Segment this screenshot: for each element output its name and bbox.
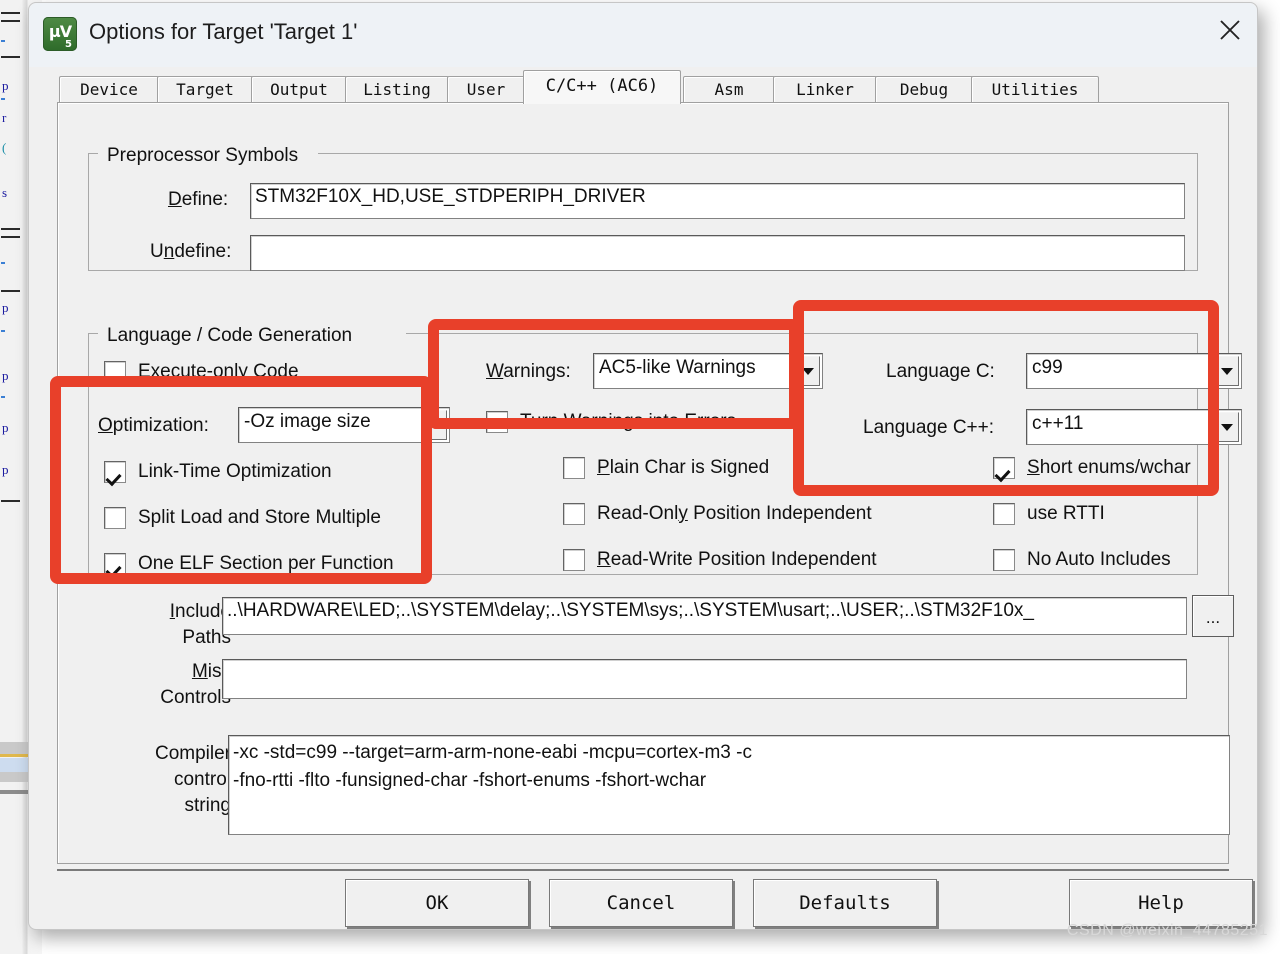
warnings-select[interactable]: AC5-like Warnings (593, 353, 823, 389)
misc-controls-label-line1: Misc (191, 661, 231, 682)
one-elf-section-checkbox[interactable] (104, 553, 126, 575)
language-cpp-label: Language C++: (863, 417, 995, 438)
defaults-button[interactable]: Defaults (753, 879, 937, 927)
tab-strip: Device Target Output Listing User C/C++ … (29, 67, 1257, 104)
cancel-button[interactable]: Cancel (549, 879, 733, 927)
language-c-label: Language C: (886, 361, 995, 382)
undefine-label: Undefine: (150, 241, 232, 262)
ok-button[interactable]: OK (345, 879, 529, 927)
compiler-control-label-line2: control (173, 769, 231, 790)
link-time-optimization-checkbox[interactable] (104, 461, 126, 483)
read-only-position-independent-checkbox[interactable] (563, 503, 585, 525)
tab-debug[interactable]: Debug (875, 76, 973, 103)
turn-warnings-into-errors-label: Turn Warnings into Errors (520, 411, 737, 432)
language-group-title: Language / Code Generation (102, 325, 358, 347)
split-load-store-checkbox[interactable] (104, 507, 126, 529)
define-label: Define: (168, 189, 229, 210)
include-paths-input[interactable]: ..\HARDWARE\LED;..\SYSTEM\delay;..\SYSTE… (222, 597, 1187, 635)
tab-utilities[interactable]: Utilities (971, 76, 1099, 103)
plain-char-signed-label: Plain Char is Signed (597, 457, 770, 478)
tab-asm[interactable]: Asm (683, 76, 775, 103)
read-only-position-independent-label: Read-Only Position Independent (597, 503, 872, 524)
tab-c-cpp-ac6[interactable]: C/C++ (AC6) (523, 70, 681, 104)
tab-device[interactable]: Device (59, 76, 159, 103)
language-c-value: c99 (1032, 357, 1063, 378)
dialog-titlebar: µV 5 Options for Target 'Target 1' (29, 3, 1257, 67)
compiler-control-string-input[interactable]: -xc -std=c99 --target=arm-arm-none-eabi … (228, 735, 1230, 835)
language-c-select[interactable]: c99 (1026, 353, 1242, 389)
chevron-down-icon[interactable] (794, 356, 820, 386)
compiler-control-label-line1: Compiler (154, 743, 231, 764)
language-cpp-value: c++11 (1032, 413, 1084, 434)
execute-only-code-label: Execute-only Code (138, 361, 299, 382)
misc-controls-input[interactable] (222, 659, 1187, 699)
preprocessor-symbols-group: Preprocessor Symbols Define: STM32F10X_H… (88, 145, 1198, 271)
read-write-position-independent-checkbox[interactable] (563, 549, 585, 571)
include-paths-browse-button[interactable]: ... (1192, 595, 1234, 637)
use-rtti-checkbox[interactable] (993, 503, 1015, 525)
chevron-down-icon[interactable] (421, 410, 447, 440)
watermark-text: CSDN @weixin_44785251 (1066, 922, 1268, 939)
misc-controls-label-line2: Controls (160, 687, 231, 708)
compiler-control-label-line3: string (184, 795, 231, 816)
turn-warnings-into-errors-checkbox[interactable] (486, 411, 508, 433)
optimization-select[interactable]: -Oz image size (238, 407, 450, 443)
language-code-generation-group: Language / Code Generation Execute-only … (88, 325, 1242, 575)
one-elf-section-label: One ELF Section per Function (138, 553, 394, 574)
include-paths-label-line1: Include (169, 601, 231, 622)
read-write-position-independent-label: Read-Write Position Independent (597, 549, 877, 570)
keil-uvision5-icon: µV 5 (43, 17, 77, 51)
preprocessor-group-title: Preprocessor Symbols (102, 145, 304, 167)
close-icon[interactable] (1201, 3, 1257, 51)
tab-target[interactable]: Target (157, 76, 253, 103)
execute-only-code-checkbox[interactable] (104, 361, 126, 383)
help-button[interactable]: Help (1069, 879, 1253, 927)
tab-linker[interactable]: Linker (773, 76, 877, 103)
tab-output[interactable]: Output (251, 76, 347, 103)
use-rtti-label: use RTTI (1027, 503, 1105, 524)
no-auto-includes-checkbox[interactable] (993, 549, 1015, 571)
define-input[interactable]: STM32F10X_HD,USE_STDPERIPH_DRIVER (250, 183, 1185, 219)
tab-user[interactable]: User (447, 76, 525, 103)
short-enums-wchar-checkbox[interactable] (993, 457, 1015, 479)
undefine-input[interactable] (250, 235, 1185, 271)
tab-listing[interactable]: Listing (345, 76, 449, 103)
warnings-value: AC5-like Warnings (599, 357, 756, 378)
include-paths-label-line2: Paths (182, 627, 231, 648)
language-cpp-select[interactable]: c++11 (1026, 409, 1242, 445)
optimization-label: Optimization: (98, 415, 209, 436)
no-auto-includes-label: No Auto Includes (1027, 549, 1171, 570)
warnings-label: Warnings: (486, 361, 571, 382)
chevron-down-icon[interactable] (1213, 356, 1239, 386)
dialog-title: Options for Target 'Target 1' (89, 19, 358, 44)
plain-char-signed-checkbox[interactable] (563, 457, 585, 479)
short-enums-wchar-label: Short enums/wchar (1027, 457, 1191, 478)
link-time-optimization-label: Link-Time Optimization (138, 461, 332, 482)
footer-separator (57, 869, 1229, 871)
options-dialog: µV 5 Options for Target 'Target 1' Device… (28, 2, 1258, 930)
split-load-store-label: Split Load and Store Multiple (138, 507, 381, 528)
tab-page-c-cpp: Preprocessor Symbols Define: STM32F10X_H… (57, 102, 1242, 864)
optimization-value: -Oz image size (244, 411, 371, 432)
chevron-down-icon[interactable] (1213, 412, 1239, 442)
